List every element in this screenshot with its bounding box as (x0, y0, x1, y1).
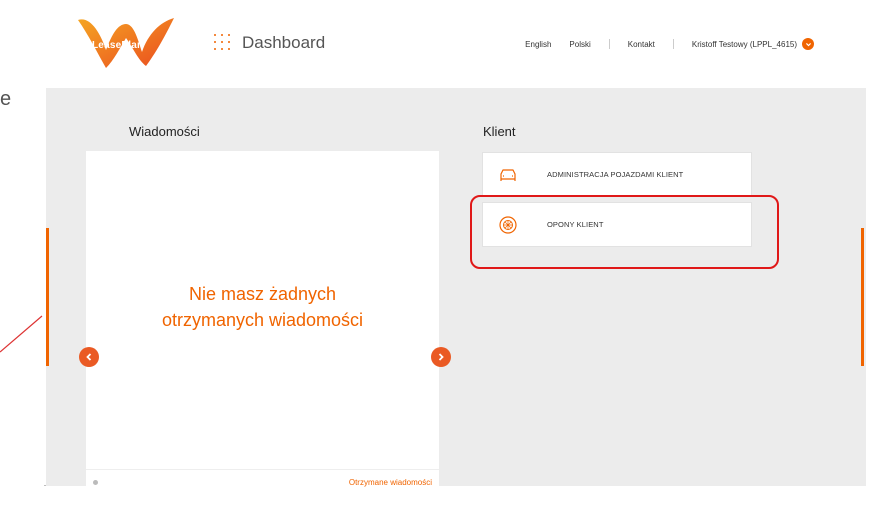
received-messages-link[interactable]: Otrzymane wiadomości (349, 478, 432, 487)
dashboard-content: Wiadomości Klient Nie masz żadnych otrzy… (46, 88, 866, 495)
leaseplan-logo[interactable]: LeasePlan (74, 10, 178, 70)
chevron-left-icon (86, 353, 92, 361)
messages-empty-state: Nie masz żadnych otrzymanych wiadomości (86, 281, 439, 333)
carousel-dot[interactable] (93, 480, 98, 485)
nav-english[interactable]: English (525, 40, 551, 49)
empty-line-1: Nie masz żadnych (188, 284, 337, 304)
slide-stray-letter: e (0, 88, 12, 110)
empty-line-2: otrzymanych wiadomości (161, 310, 364, 330)
client-item-vehicle-admin[interactable]: ADMINISTRACJA POJAZDAMI KLIENT (482, 152, 752, 197)
user-name[interactable]: Kristoff Testowy (LPPL_4615) (692, 40, 797, 49)
dashboard-label: Dashboard (242, 33, 326, 52)
nav-divider (672, 39, 674, 49)
chevron-right-icon (438, 353, 444, 361)
nav-polski[interactable]: Polski (569, 40, 590, 49)
messages-footer: Otrzymane wiadomości (86, 469, 439, 495)
messages-panel: Nie masz żadnych otrzymanych wiadomości … (86, 151, 439, 495)
top-nav: English Polski Kontakt Kristoff Testowy … (525, 38, 814, 50)
app-window: LeasePlan Dashboard English Polski Konta… (44, 0, 866, 495)
right-accent-bar (861, 228, 864, 366)
client-item-label: ADMINISTRACJA POJAZDAMI KLIENT (547, 170, 684, 179)
car-icon (498, 165, 518, 185)
dashboard-title[interactable]: Dashboard (214, 33, 325, 53)
carousel-next-button[interactable] (431, 347, 451, 367)
logo-text: LeasePlan (92, 40, 144, 51)
client-heading: Klient (483, 124, 516, 139)
left-accent-bar (46, 228, 49, 366)
messages-heading: Wiadomości (129, 124, 200, 139)
nav-divider (608, 39, 610, 49)
app-header: LeasePlan Dashboard English Polski Konta… (44, 0, 866, 88)
highlight-annotation (470, 195, 779, 269)
user-menu-chevron-icon[interactable] (802, 38, 814, 50)
app-grid-icon[interactable] (214, 34, 232, 52)
nav-contact[interactable]: Kontakt (628, 40, 655, 49)
carousel-prev-button[interactable] (79, 347, 99, 367)
